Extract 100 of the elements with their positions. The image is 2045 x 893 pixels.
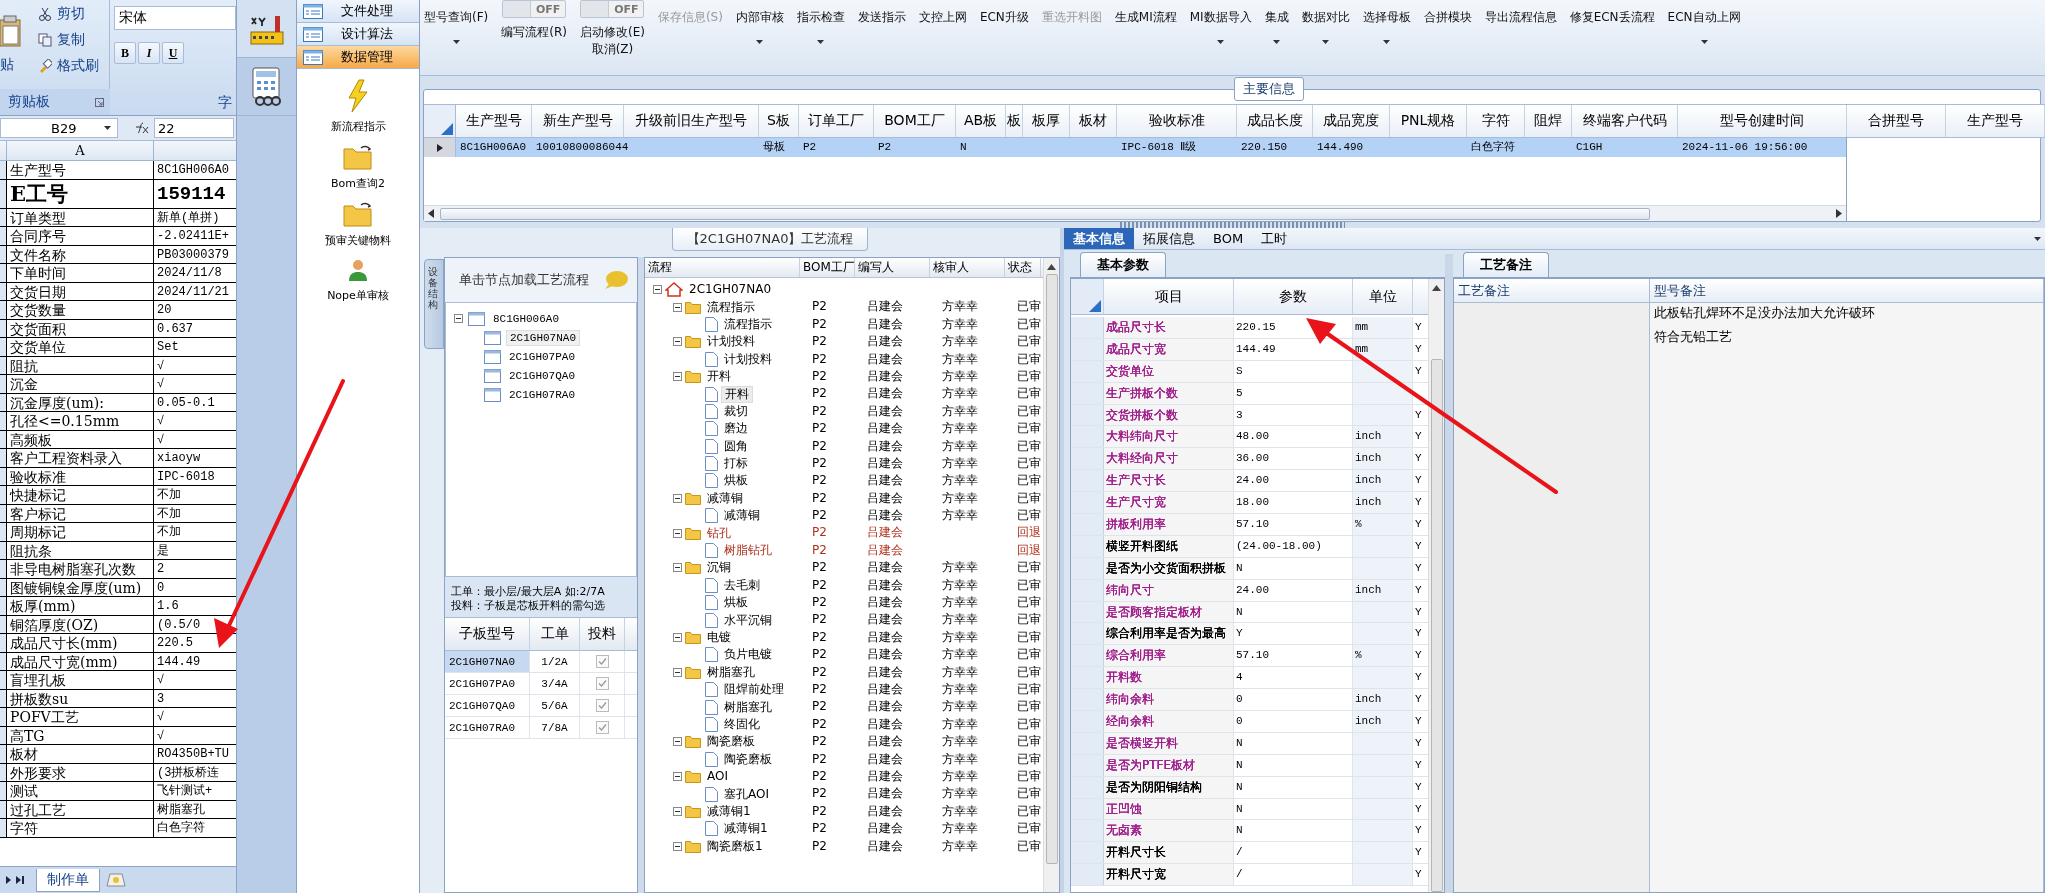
column-header[interactable]: 字符 xyxy=(1467,105,1525,137)
checkbox[interactable] xyxy=(595,699,609,712)
row-header[interactable] xyxy=(0,356,6,374)
dialog-launcher-icon[interactable] xyxy=(95,97,104,107)
column-header[interactable]: 成品宽度 xyxy=(1313,105,1390,137)
toggle-switch[interactable]: OFF 启动修改(E) 取消(Z) xyxy=(579,0,645,75)
nav-section[interactable]: 文件处理 xyxy=(297,0,419,23)
toolbar-button[interactable]: 生成MI流程 xyxy=(1114,0,1177,75)
row-header[interactable] xyxy=(0,578,6,596)
collapse-icon[interactable] xyxy=(673,633,682,642)
row-header[interactable] xyxy=(0,179,6,208)
row-header[interactable] xyxy=(0,615,6,633)
row-header[interactable] xyxy=(0,726,6,744)
toolbar-button[interactable]: 指示检查 xyxy=(796,0,845,75)
tree-node[interactable]: 终固化 xyxy=(721,716,763,732)
tree-node[interactable]: 计划投料 xyxy=(721,351,775,367)
tree-node[interactable]: 流程指示 xyxy=(721,316,775,332)
row-header[interactable] xyxy=(0,430,6,448)
nav-section[interactable]: 设计算法 xyxy=(297,23,419,46)
tree-node[interactable]: 开料 xyxy=(721,385,753,403)
row-header[interactable] xyxy=(0,541,6,559)
column-header[interactable]: 生产型号 xyxy=(1946,105,2045,137)
toolbar-button[interactable]: 内部审核 xyxy=(735,0,784,75)
copy-button[interactable]: 复制 xyxy=(38,30,110,49)
paste-button[interactable]: 贴 xyxy=(0,0,38,89)
column-header[interactable]: 成品长度 xyxy=(1237,105,1313,137)
toggle-switch[interactable]: OFF 编写流程(R) xyxy=(501,0,567,75)
splitter-handle[interactable] xyxy=(638,257,644,893)
column-header[interactable]: 终端客户代码 xyxy=(1572,105,1678,137)
tree-node[interactable]: 2C1GH07PA0 xyxy=(506,349,578,364)
tab[interactable]: 工艺备注 xyxy=(1463,252,1549,277)
collapse-icon[interactable] xyxy=(673,337,682,347)
column-header[interactable]: 子板型号 xyxy=(445,618,530,650)
collapse-icon[interactable] xyxy=(673,737,682,747)
column-header[interactable]: 流程 xyxy=(645,258,800,277)
column-header[interactable]: 型号备注 xyxy=(1650,279,2044,302)
cut-button[interactable]: 剪切 xyxy=(38,4,110,23)
tree-node[interactable]: 烘板 xyxy=(721,473,751,489)
checkbox[interactable] xyxy=(595,655,609,668)
collapse-icon[interactable] xyxy=(454,314,463,323)
collapse-icon[interactable] xyxy=(673,841,682,851)
nav-item[interactable]: Bom查询2 xyxy=(331,144,385,191)
table-cell[interactable]: 2C1GH07PA0 xyxy=(445,673,530,694)
row-header[interactable] xyxy=(0,393,6,411)
tab[interactable]: 拓展信息 xyxy=(1134,228,1204,249)
vertical-scrollbar[interactable] xyxy=(1428,279,1444,892)
tree-node[interactable]: 打标 xyxy=(721,456,751,472)
tree-node[interactable]: 沉铜 xyxy=(704,560,734,576)
splitter-handle[interactable] xyxy=(1445,254,1453,893)
toolbar-button[interactable]: 合拼模块 xyxy=(1423,0,1472,75)
column-header[interactable]: PNL规格 xyxy=(1390,105,1467,137)
toolbar-button[interactable]: 文控上网 xyxy=(918,0,967,75)
column-header[interactable]: 生产型号 xyxy=(456,105,532,137)
tree-node[interactable]: 阻焊前处理 xyxy=(721,682,787,698)
tree-node[interactable]: 圆角 xyxy=(721,438,751,454)
column-header[interactable]: 参数 xyxy=(1234,279,1353,314)
toolbar-button[interactable]: 型号查询(F) xyxy=(424,0,489,75)
column-header[interactable]: 板厚 xyxy=(1023,105,1070,137)
tree-node[interactable]: 水平沉铜 xyxy=(721,612,775,628)
module-button[interactable] xyxy=(237,0,296,58)
tree-node[interactable]: 2C1GH07NA0 xyxy=(506,329,580,346)
format-painter-button[interactable]: 格式刷 xyxy=(38,56,110,75)
row-header[interactable] xyxy=(0,689,6,707)
row-header[interactable] xyxy=(0,319,6,337)
tree-node[interactable]: 减薄铜1 xyxy=(721,821,771,837)
checkbox[interactable] xyxy=(595,721,609,734)
column-header[interactable]: BOM工厂 xyxy=(874,105,956,137)
column-header[interactable]: 投料 xyxy=(580,618,625,650)
font-name-field[interactable]: 宋体 xyxy=(114,6,236,30)
row-header[interactable] xyxy=(0,763,6,781)
tree-node[interactable]: 减薄铜 xyxy=(704,490,746,506)
tree-node[interactable]: 8C1GH006A0 xyxy=(490,311,562,326)
collapse-icon[interactable] xyxy=(673,772,682,782)
row-header[interactable] xyxy=(0,245,6,263)
column-header[interactable]: 状态 xyxy=(1005,258,1041,277)
collapse-icon[interactable] xyxy=(673,563,682,573)
tree-node[interactable]: 磨边 xyxy=(721,421,751,437)
toolbar-button[interactable]: 选择母板 xyxy=(1362,0,1411,75)
tree-node[interactable]: 烘板 xyxy=(721,595,751,611)
column-header[interactable]: 核审人 xyxy=(930,258,1005,277)
tree-node[interactable]: 裁切 xyxy=(721,403,751,419)
column-header[interactable]: BOM工厂 xyxy=(800,258,855,277)
row-header[interactable] xyxy=(0,208,6,226)
tree-node[interactable]: 去毛刺 xyxy=(721,577,763,593)
toolbar-button[interactable]: 修复ECN丢流程 xyxy=(1569,0,1655,75)
tab[interactable]: 基本信息 xyxy=(1064,228,1134,249)
tree-node[interactable]: 陶瓷磨板 xyxy=(721,751,775,767)
column-header[interactable]: 合拼型号 xyxy=(1847,105,1946,137)
horizontal-scrollbar[interactable] xyxy=(424,205,1846,221)
formula-field[interactable]: 22 xyxy=(154,118,234,138)
column-header[interactable]: S板 xyxy=(759,105,799,137)
nav-item[interactable]: 预审关键物料 xyxy=(325,201,391,248)
row-header[interactable] xyxy=(0,504,6,522)
nav-item[interactable]: 新流程指示 xyxy=(330,79,386,134)
text-area[interactable]: 此板钻孔焊环不足没办法加大允许破环 符合无铅工艺 xyxy=(1650,303,2044,892)
column-header[interactable]: 订单工厂 xyxy=(799,105,874,137)
checkbox[interactable] xyxy=(595,677,609,690)
toolbar-button[interactable]: ECN升级 xyxy=(979,0,1029,75)
tree-node[interactable]: 树脂塞孔 xyxy=(721,699,775,715)
row-header[interactable] xyxy=(0,467,6,485)
